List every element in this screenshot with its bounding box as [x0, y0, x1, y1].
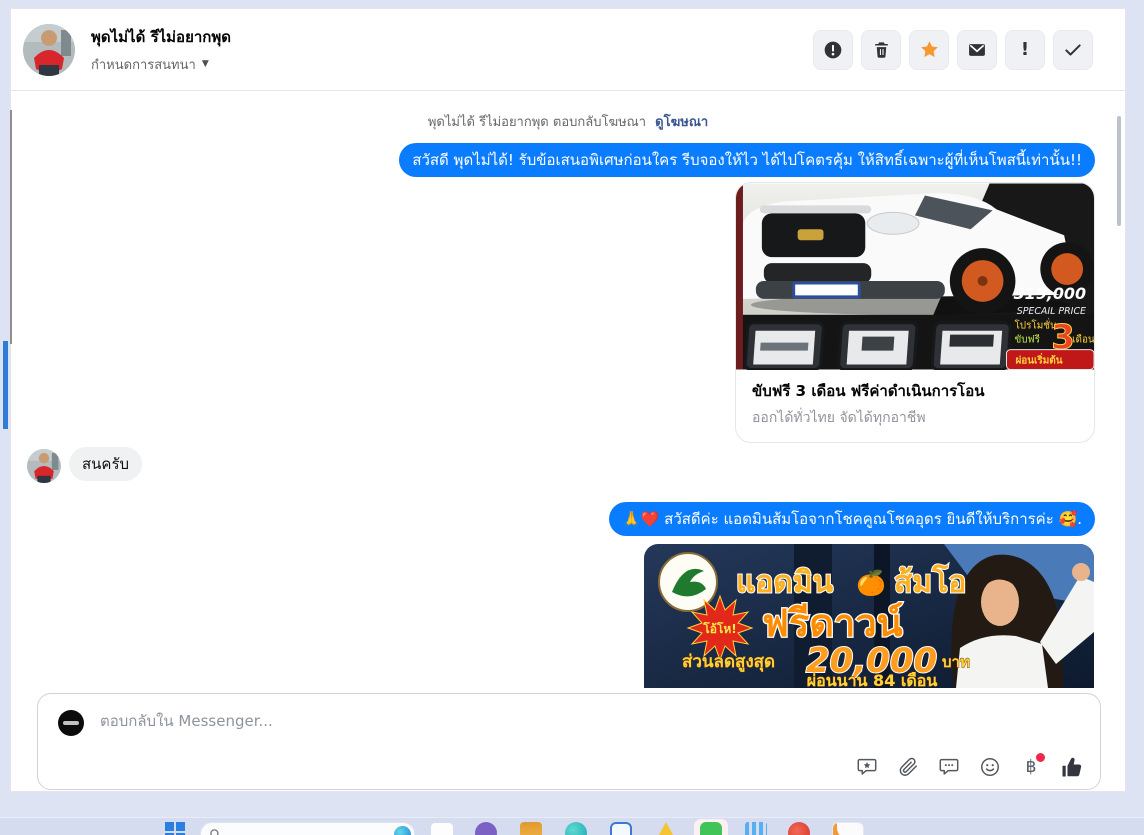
ad-card-title: ขับฟรี 3 เดือน ฟรีค่าดำเนินการโอน	[752, 382, 985, 400]
orange-emoji: 🍊	[856, 569, 887, 597]
promo-ad-attachment[interactable]: แอดมิน 🍊 ส้มโอ โอ้โห! ฟรีดาวน์ ส่วนลดสูง…	[644, 544, 1094, 688]
start-button[interactable]	[165, 822, 185, 835]
ad-card[interactable]: 319,000 SPECAIL PRICE โปรโมชั่น ขับฟรี 3…	[735, 182, 1095, 443]
conversation-header: พุดไม่ได้ รีไม่อยากพุด กำหนดการสนทนา ▼ !	[11, 9, 1125, 91]
comment-button[interactable]	[937, 755, 961, 779]
payment-icon: ฿	[1025, 757, 1037, 777]
ad-context-text: พุดไม่ได้ รีไม่อยากพุด ตอบกลับโฆษณา	[427, 115, 647, 130]
star-button[interactable]	[909, 29, 949, 70]
thumbnail-strip	[743, 321, 1012, 370]
schedule-label: กำหนดการสนทนา	[91, 57, 196, 73]
windows-taskbar	[0, 817, 1144, 835]
mark-unread-button[interactable]	[957, 29, 997, 70]
saved-replies-icon	[857, 758, 877, 775]
ad-card-footer: ขับฟรี 3 เดือน ฟรีค่าดำเนินการโอน ออกได้…	[736, 370, 1094, 442]
bing-icon	[394, 826, 411, 835]
search-icon	[210, 829, 219, 835]
ad-promo-label2: ขับฟรี	[1014, 334, 1040, 346]
attachment-icon	[899, 757, 917, 776]
ad2-burst-text: โอ้โห!	[702, 621, 736, 636]
contact-avatar[interactable]	[23, 23, 75, 76]
star-app-icon[interactable]	[655, 822, 677, 835]
mark-unread-icon	[969, 43, 985, 56]
delete-button[interactable]	[861, 29, 901, 70]
ad2-admin-label: แอดมิน	[736, 565, 834, 600]
outgoing-message-2: 🙏❤️ สวัสดีค่ะ แอดมินส้มโอจากโชคคูณโชคอุด…	[609, 502, 1095, 536]
trash-icon	[874, 42, 888, 58]
schedule-dropdown[interactable]: กำหนดการสนทนา ▼	[91, 54, 231, 75]
ad-price-text: 319,000	[1014, 284, 1086, 303]
mark-done-icon	[1065, 43, 1081, 56]
emoji-icon	[981, 758, 999, 776]
ad-months-unit: เดือน	[1072, 334, 1094, 346]
payment-notification-dot	[1036, 753, 1045, 762]
like-icon	[1062, 757, 1082, 776]
contact-avatar-image	[23, 23, 75, 76]
chat-scrollbar-thumb[interactable]	[1117, 116, 1121, 226]
left-scroll-indicator	[3, 341, 8, 429]
report-button[interactable]	[813, 29, 853, 70]
reply-input[interactable]	[98, 711, 842, 731]
contact-info: พุดไม่ได้ รีไม่อยากพุด กำหนดการสนทนา ▼	[91, 25, 231, 75]
contact-avatar-small-image	[27, 449, 61, 483]
purple-app-icon[interactable]	[475, 822, 497, 835]
outgoing-message-1: สวัสดี พุดไม่ได้! รับข้อเสนอพิเศษก่อนใคร…	[399, 143, 1095, 177]
ad-price-label: SPECAIL PRICE	[1017, 306, 1086, 317]
emoji-button[interactable]	[978, 755, 1002, 779]
ad-context-line: พุดไม่ได้ รีไม่อยากพุด ตอบกลับโฆษณา ดูโฆ…	[11, 111, 1125, 132]
reply-composer: ฿	[37, 693, 1101, 790]
ad2-discount-unit: บาท	[942, 653, 970, 671]
promo-ad-image: แอดมิน 🍊 ส้มโอ โอ้โห! ฟรีดาวน์ ส่วนลดสูง…	[644, 544, 1094, 688]
phone-app-icon[interactable]	[610, 822, 632, 835]
ad-ribbon-text: ผ่อนเริ่มต้น	[1015, 353, 1062, 367]
windows-icon	[165, 822, 185, 835]
composer-actions: ฿	[855, 753, 1084, 779]
contact-avatar-small[interactable]	[27, 449, 61, 483]
comment-icon	[939, 758, 959, 775]
report-icon	[824, 41, 842, 58]
app-grid-icon[interactable]	[832, 822, 864, 835]
important-icon: !	[1020, 39, 1030, 60]
conversation-panel: พุดไม่ได้ รีไม่อยากพุด กำหนดการสนทนา ▼ !…	[10, 8, 1126, 792]
teal-app-icon[interactable]	[565, 822, 587, 835]
contact-name: พุดไม่ได้ รีไม่อยากพุด	[91, 27, 231, 46]
like-button[interactable]	[1060, 755, 1084, 779]
star-icon	[920, 41, 938, 57]
ad-card-subtitle: ออกได้ทั่วไทย จัดได้ทุกอาชีพ	[752, 410, 926, 426]
ad2-discount-prefix: ส่วนลดสูงสุด	[682, 652, 775, 673]
left-scroll-track	[10, 110, 12, 344]
keyboard-app-icon[interactable]	[745, 822, 767, 835]
saved-replies-button[interactable]	[855, 755, 879, 779]
document-app-icon[interactable]	[430, 822, 454, 835]
incoming-message-1: สนครับ	[69, 447, 143, 481]
important-button[interactable]: !	[1005, 29, 1045, 70]
mark-done-button[interactable]	[1053, 29, 1093, 70]
line-app-icon[interactable]	[700, 822, 722, 835]
car-ad-image: 319,000 SPECAIL PRICE โปรโมชั่น ขับฟรี 3…	[736, 183, 1094, 370]
page-avatar	[58, 710, 84, 736]
chevron-down-icon: ▼	[201, 59, 209, 69]
ad2-admin-name: ส้มโอ	[894, 563, 966, 600]
attach-file-button[interactable]	[896, 755, 920, 779]
red-app-icon[interactable]	[788, 822, 810, 835]
header-actions: !	[813, 29, 1093, 70]
ad2-headline: ฟรีดาวน์	[762, 601, 903, 645]
payment-button[interactable]: ฿	[1019, 753, 1045, 779]
view-ad-link[interactable]: ดูโฆษณา	[655, 115, 708, 130]
folder-icon[interactable]	[520, 822, 542, 835]
taskbar-search-box[interactable]	[200, 822, 415, 835]
ad2-installment: ผ่อนนาน 84 เดือน	[807, 671, 938, 688]
